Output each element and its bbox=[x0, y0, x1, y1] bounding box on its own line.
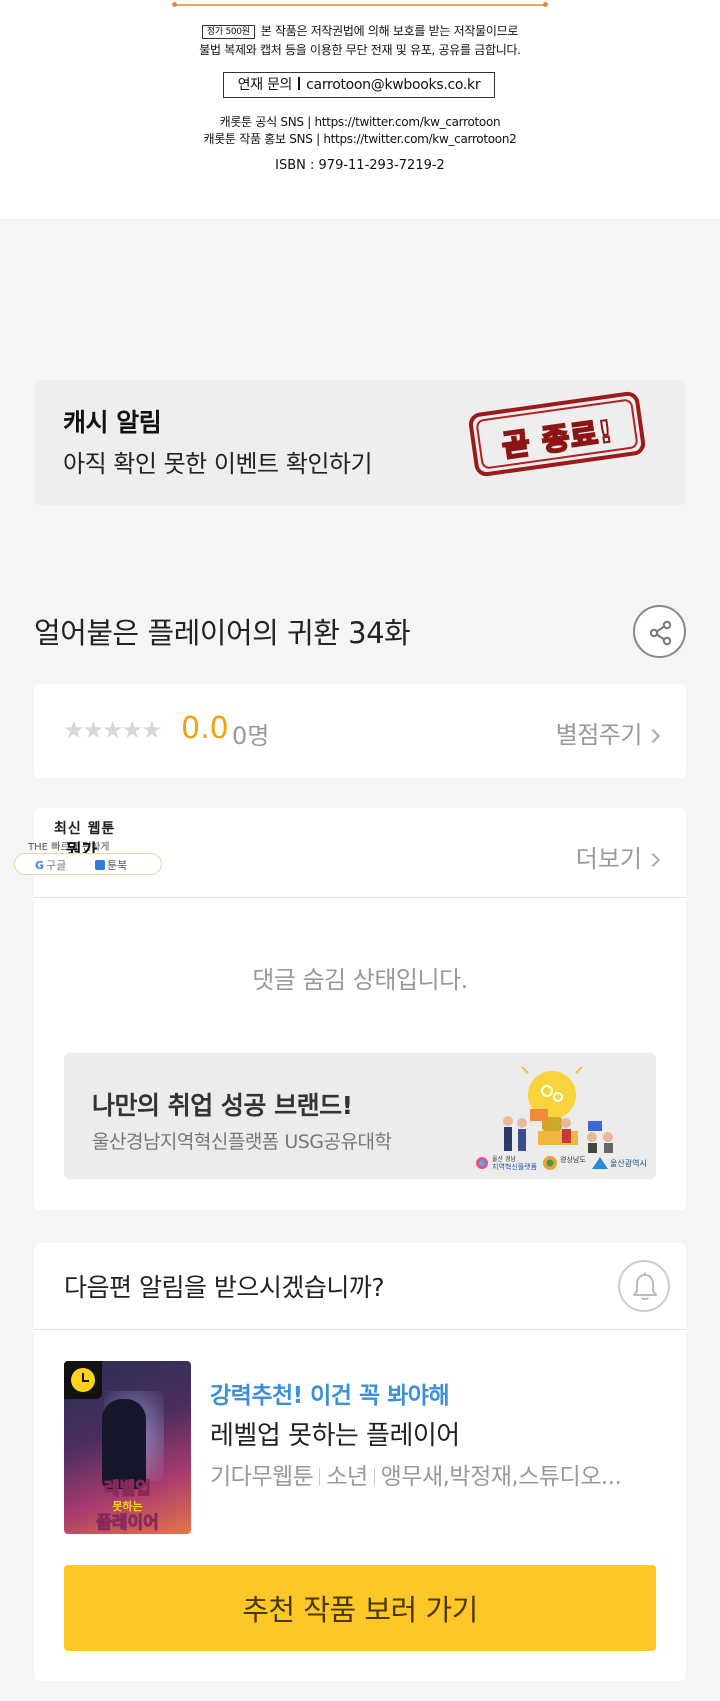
copyright-notice: 정가 500원 본 작품은 저작권법에 의해 보호를 받는 저작물이므로 불법 복… bbox=[0, 0, 720, 219]
comments-more-button[interactable]: 더보기 bbox=[576, 839, 661, 874]
meta-category: 기다무웹툰 bbox=[210, 1464, 314, 1490]
next-episode-question: 다음편 알림을 받으시겠습니까? bbox=[64, 1273, 385, 1302]
meta-authors: 앵무새,박정재,스튜디오... bbox=[380, 1464, 622, 1490]
ad-illustration-icon: 울산 경남 지역혁신플랫폼 경상남도 울산광역시 bbox=[476, 1066, 647, 1171]
chevron-right-icon bbox=[645, 852, 661, 868]
ending-soon-stamp: 곧 종료! bbox=[467, 390, 647, 478]
next-episode-card: 다음편 알림을 받으시겠습니까? 레벨업 못하는 플레이어 강력추천! 이건 꼭… bbox=[34, 1243, 686, 1681]
google-icon: G bbox=[35, 859, 45, 872]
isbn: ISBN : 979-11-293-7219-2 bbox=[275, 158, 445, 173]
notification-bell-button[interactable] bbox=[618, 1260, 670, 1312]
widget-title: 최신 웹툰 bbox=[54, 821, 116, 837]
bell-icon bbox=[633, 1272, 657, 1300]
divider bbox=[172, 2, 548, 7]
recommended-thumbnail[interactable]: 레벨업 못하는 플레이어 bbox=[64, 1361, 191, 1534]
ad-banner[interactable]: 나만의 취업 성공 브랜드! 울산경남지역혁신플랫폼 USG공유대학 울산 경남… bbox=[64, 1053, 656, 1179]
recommend-meta: 기다무웹툰 소년 앵무새,박정재,스튜디오... bbox=[210, 1457, 622, 1491]
divider bbox=[298, 77, 301, 90]
widget-pill[interactable]: G 구글 툰북 bbox=[14, 853, 162, 875]
cash-banner-title: 캐시 알림 bbox=[63, 408, 162, 437]
svg-text:울산광역시: 울산광역시 bbox=[610, 1158, 647, 1168]
price-tag: 정가 500원 bbox=[201, 25, 255, 39]
thumbnail-caption: 레벨업 못하는 플레이어 bbox=[96, 1479, 160, 1533]
cash-notification-banner[interactable]: 캐시 알림 아직 확인 못한 이벤트 확인하기 곧 종료! bbox=[34, 380, 686, 505]
copyright-line-2: 불법 복제와 캡처 등을 이용한 무단 전재 및 유포, 공유를 금합니다. bbox=[199, 43, 521, 57]
rating-card: ★★★★★ 0.0 0명 별점주기 bbox=[34, 684, 686, 778]
toonbook-link[interactable]: 툰북 bbox=[95, 857, 127, 873]
toonbook-icon bbox=[95, 860, 105, 870]
sns-official[interactable]: 캐롯툰 공식 SNS | https://twitter.com/kw_carr… bbox=[0, 113, 720, 130]
share-button[interactable] bbox=[633, 605, 686, 658]
contact-email[interactable]: carrotoon@kwbooks.co.kr bbox=[306, 77, 480, 93]
rate-button[interactable]: 별점주기 bbox=[556, 715, 661, 750]
view-recommended-button[interactable]: 추천 작품 보러 가기 bbox=[64, 1565, 656, 1651]
clock-icon bbox=[71, 1368, 95, 1392]
recommend-title[interactable]: 레벨업 못하는 플레이어 bbox=[210, 1415, 460, 1452]
cash-banner-subtitle: 아직 확인 못한 이벤트 확인하기 bbox=[63, 450, 373, 478]
divider bbox=[319, 1468, 321, 1486]
next-episode-header: 다음편 알림을 받으시겠습니까? bbox=[34, 1243, 686, 1330]
sns-promo[interactable]: 캐롯툰 작품 홍보 SNS | https://twitter.com/kw_c… bbox=[0, 130, 720, 147]
ad-subtext: 울산경남지역혁신플랫폼 USG공유대학 bbox=[92, 1131, 392, 1153]
star-rating[interactable]: ★★★★★ bbox=[63, 716, 163, 744]
google-link[interactable]: G 구글 bbox=[35, 857, 66, 873]
rating-count: 0명 bbox=[232, 722, 270, 750]
comments-hidden-message: 댓글 숨김 상태입니다. bbox=[252, 966, 468, 994]
chevron-right-icon bbox=[645, 728, 661, 744]
share-icon bbox=[649, 620, 672, 646]
svg-text:경상남도: 경상남도 bbox=[560, 1155, 586, 1164]
contact-box: 연재 문의 carrotoon@kwbooks.co.kr bbox=[223, 72, 495, 98]
meta-genre: 소년 bbox=[326, 1464, 368, 1490]
contact-label: 연재 문의 bbox=[237, 77, 293, 93]
episode-title: 얼어붙은 플레이어의 귀환 34화 bbox=[34, 616, 411, 650]
svg-text:지역혁신플랫폼: 지역혁신플랫폼 bbox=[492, 1162, 538, 1171]
svg-text:울산 경남: 울산 경남 bbox=[492, 1155, 516, 1163]
recommend-tag: 강력추천! 이건 꼭 봐야해 bbox=[210, 1383, 450, 1409]
ad-headline: 나만의 취업 성공 브랜드! bbox=[92, 1091, 353, 1120]
copyright-line-1: 정가 500원 본 작품은 저작권법에 의해 보호를 받는 저작물이므로 bbox=[0, 22, 720, 39]
wait-free-badge bbox=[64, 1361, 102, 1399]
webtoon-floating-widget[interactable]: 최신 웹툰 THE 빠르고 편하게 뭔가 G 구글 툰북 bbox=[14, 817, 164, 879]
divider bbox=[373, 1468, 375, 1486]
rating-score: 0.0 bbox=[181, 711, 229, 746]
